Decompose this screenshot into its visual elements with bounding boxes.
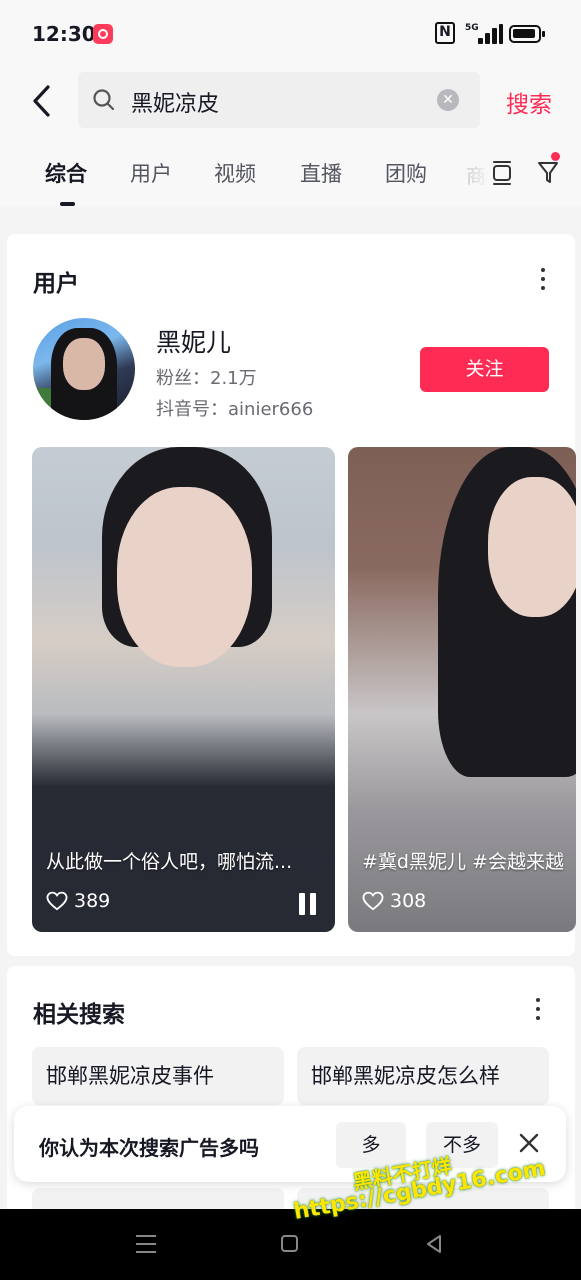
- tab-videos[interactable]: 视频: [214, 158, 256, 188]
- related-search-item[interactable]: 邯郸黑妮凉皮怎么样: [297, 1047, 549, 1105]
- tab-group-buy[interactable]: 团购: [385, 158, 427, 188]
- signal-icon: [472, 24, 503, 44]
- status-time: 12:30: [32, 22, 96, 46]
- video-caption: #冀d黑妮儿 #会越来越: [362, 851, 564, 873]
- layout-toggle-icon[interactable]: [491, 160, 513, 186]
- tab-fade: [462, 150, 492, 194]
- tab-indicator: [60, 202, 75, 206]
- filter-icon[interactable]: [537, 158, 563, 186]
- clear-icon[interactable]: ✕: [437, 89, 459, 111]
- related-search-item[interactable]: 邯郸黑妮凉皮事件: [32, 1047, 284, 1105]
- nfc-icon: N: [435, 22, 455, 44]
- heart-icon: [46, 891, 68, 911]
- video-thumbnail-2[interactable]: #冀d黑妮儿 #会越来越 308: [348, 447, 576, 932]
- video-thumbnail-1[interactable]: 从此做一个俗人吧，哪怕流... 389: [32, 447, 335, 932]
- battery-icon: [509, 25, 545, 43]
- more-options-icon[interactable]: [540, 268, 546, 290]
- section-title-users: 用户: [33, 271, 79, 297]
- filter-notification-dot: [551, 152, 560, 161]
- like-count: 308: [390, 890, 427, 912]
- video-caption: 从此做一个俗人吧，哪怕流...: [46, 851, 293, 873]
- user-douyin-id: 抖音号：ainier666: [156, 399, 314, 420]
- section-title-related: 相关搜索: [33, 1002, 125, 1028]
- search-query-text[interactable]: 黑妮凉皮: [131, 86, 219, 118]
- search-button[interactable]: 搜索: [506, 85, 552, 119]
- user-fans-count: 粉丝：2.1万: [156, 368, 257, 389]
- home-icon[interactable]: [281, 1235, 298, 1252]
- avatar[interactable]: [33, 318, 135, 420]
- video-likes: 308: [362, 890, 426, 912]
- recent-apps-icon[interactable]: [136, 1235, 156, 1253]
- close-icon[interactable]: [518, 1132, 540, 1154]
- user-name[interactable]: 黑妮儿: [156, 323, 231, 359]
- follow-button[interactable]: 关注: [420, 347, 549, 392]
- like-count: 389: [74, 890, 111, 912]
- tab-live[interactable]: 直播: [300, 158, 342, 188]
- heart-icon: [362, 891, 384, 911]
- tab-users[interactable]: 用户: [130, 158, 172, 188]
- more-options-icon[interactable]: [535, 998, 541, 1020]
- tab-all[interactable]: 综合: [45, 158, 87, 188]
- pause-icon[interactable]: [299, 893, 317, 915]
- video-likes: 389: [46, 890, 110, 912]
- ad-feedback-question: 你认为本次搜索广告多吗: [39, 1136, 259, 1160]
- search-icon: [92, 88, 116, 112]
- back-icon[interactable]: [424, 1234, 444, 1254]
- back-arrow-icon[interactable]: [28, 84, 58, 118]
- app-notification-icon: [93, 24, 113, 44]
